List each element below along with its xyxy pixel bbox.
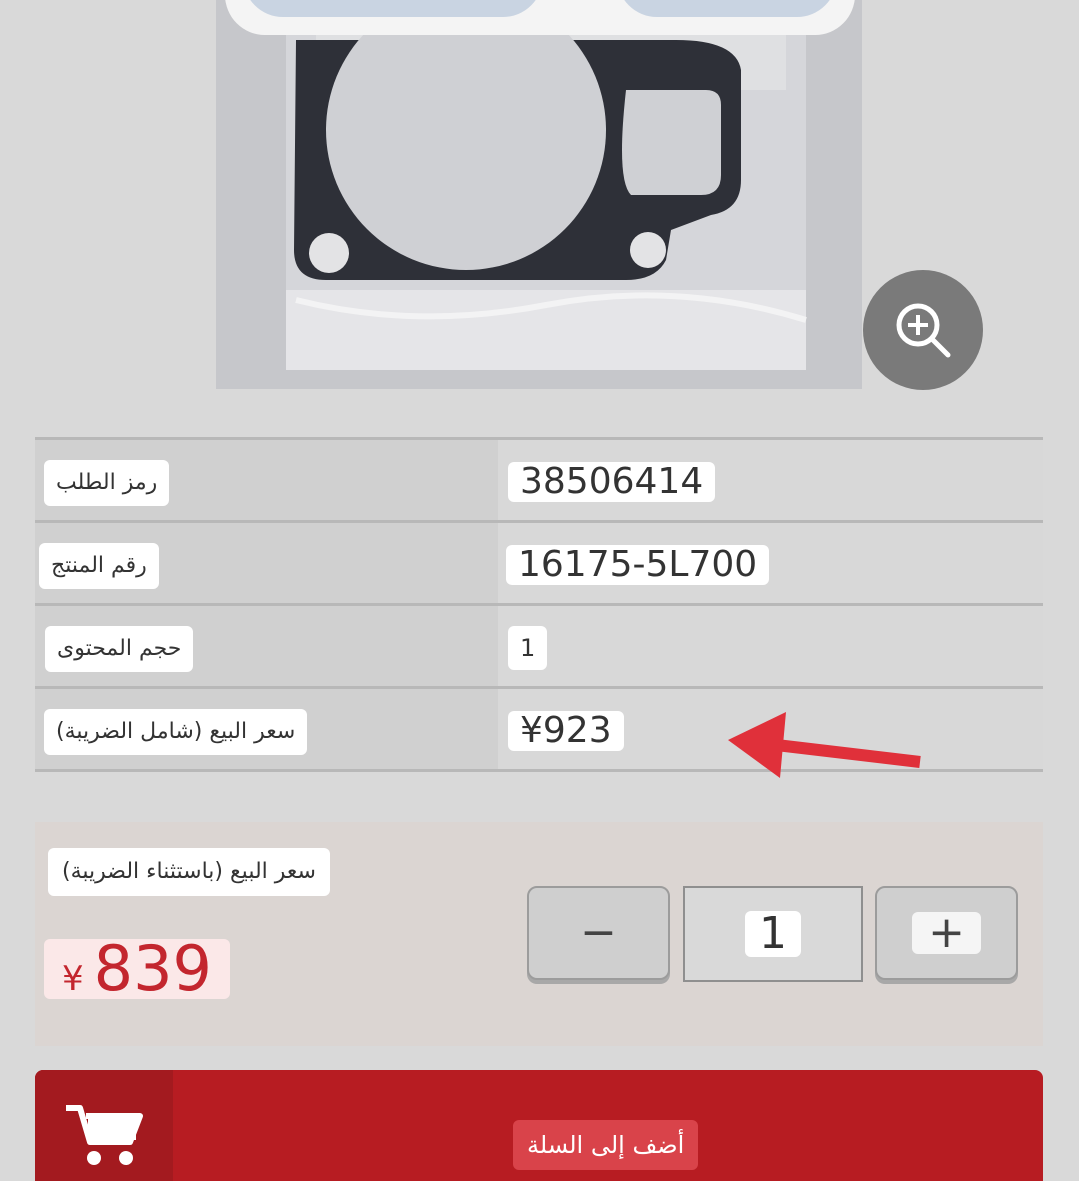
spec-value: 38506414 — [508, 462, 716, 502]
zoom-button[interactable] — [863, 270, 983, 390]
product-image[interactable] — [216, 0, 862, 389]
price-amount: 839 — [93, 932, 212, 1005]
zoom-in-icon — [896, 303, 951, 358]
quantity-value: 1 — [745, 911, 801, 957]
price-excl-tax-label: سعر البيع (باستثناء الضريبة) — [48, 848, 330, 896]
price-panel: سعر البيع (باستثناء الضريبة) ¥839 − 1 + — [35, 822, 1043, 1046]
add-to-cart-label: أضف إلى السلة — [513, 1120, 699, 1170]
image-tab-right[interactable] — [617, 0, 837, 17]
add-to-cart-button[interactable]: أضف إلى السلة — [35, 1070, 1043, 1181]
cart-icon-box — [35, 1070, 173, 1181]
spec-label: رقم المنتج — [39, 543, 159, 589]
image-tab-left[interactable] — [243, 0, 543, 17]
spec-row-order-code: رمز الطلب 38506414 — [35, 440, 1043, 523]
spec-row-content-size: حجم المحتوى 1 — [35, 606, 1043, 689]
quantity-input[interactable]: 1 — [683, 886, 863, 982]
spec-value: 16175-5L700 — [506, 545, 770, 585]
price-excl-tax-value: ¥839 — [44, 938, 230, 1000]
spec-label: حجم المحتوى — [45, 626, 194, 672]
image-pagination — [225, 0, 855, 35]
currency-symbol: ¥ — [62, 959, 84, 999]
gasket-illustration — [286, 0, 807, 370]
minus-icon: − — [580, 907, 617, 958]
quantity-decrease-button[interactable]: − — [527, 886, 670, 980]
spec-value: 1 — [508, 626, 548, 670]
quantity-increase-button[interactable]: + — [875, 886, 1018, 980]
plus-icon: + — [912, 911, 981, 955]
spec-label: سعر البيع (شامل الضريبة) — [44, 709, 308, 755]
spec-label: رمز الطلب — [44, 460, 170, 506]
cart-icon — [66, 1105, 143, 1165]
spec-row-product-number: رقم المنتج 16175-5L700 — [35, 523, 1043, 606]
spec-value: ¥923 — [508, 711, 624, 751]
arrow-annotation-icon — [728, 712, 921, 778]
